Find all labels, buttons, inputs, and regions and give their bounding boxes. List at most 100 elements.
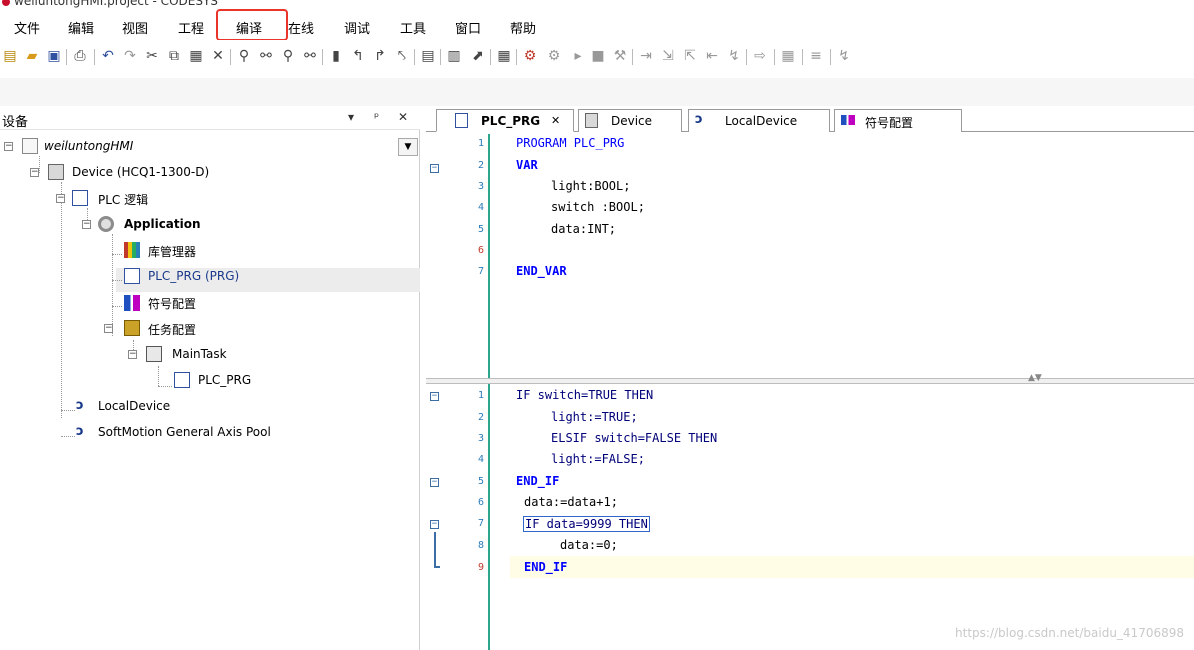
login-icon[interactable]: ⚙ (522, 48, 538, 64)
close-icon[interactable]: ✕ (398, 110, 408, 124)
tab-device[interactable]: Device (578, 109, 682, 132)
write-values-icon[interactable]: ⇨ (752, 48, 768, 64)
menu-window[interactable]: 窗口 (455, 18, 481, 37)
tree-node-symbol-config[interactable]: 符号配置 (0, 292, 300, 314)
cut-icon[interactable]: ✂ (144, 48, 160, 64)
toolbar-separator (230, 49, 231, 65)
build-menu-highlight (216, 9, 288, 41)
tree-dropdown-button[interactable]: ▼ (398, 138, 418, 156)
splitter-arrows-icon[interactable]: ▲▼ (1028, 373, 1042, 383)
menu-online[interactable]: 在线 (288, 18, 314, 37)
fold-icon[interactable]: − (430, 478, 439, 487)
reset-icon[interactable]: ⚒ (612, 48, 628, 64)
pin-icon[interactable]: ᵖ (374, 110, 379, 124)
export-icon[interactable]: ⬈ (470, 48, 486, 64)
clipboard-icon[interactable]: ▤ (420, 48, 436, 64)
find-in-project-icon[interactable]: ⚲ (280, 48, 296, 64)
force-values-icon[interactable]: ▦ (780, 48, 796, 64)
paste-icon[interactable]: ▦ (188, 48, 204, 64)
bookmark-clear-icon[interactable]: ⤣ (394, 48, 410, 64)
tree-label-task-config: 任务配置 (148, 323, 197, 337)
line-number: 5 (477, 224, 484, 235)
tab-local-device[interactable]: ↄ LocalDevice (688, 109, 830, 132)
tree-node-main-task[interactable]: − MainTask (0, 344, 300, 366)
tree-label-local-device: LocalDevice (98, 399, 171, 413)
code-line: data:=data+1; (524, 495, 618, 509)
collapse-icon[interactable]: − (128, 350, 137, 359)
devices-panel-title: 设备 (2, 115, 29, 130)
axis-pool-icon: ↄ (76, 424, 84, 439)
tab-plc-prg[interactable]: PLC_PRG ✕ (436, 109, 574, 132)
replace-in-project-icon[interactable]: ⚯ (302, 48, 318, 64)
device-icon[interactable]: ▦ (496, 48, 512, 64)
tree-node-root[interactable]: − weiluntongHMI (0, 136, 300, 158)
menu-view[interactable]: 视图 (122, 18, 148, 37)
window-title: weiluntongHMI.project - CODESYS (14, 0, 218, 8)
tree-node-task-config[interactable]: − 任务配置 (0, 318, 300, 340)
line-number: 3 (477, 433, 484, 444)
fold-icon[interactable]: − (430, 164, 439, 173)
fold-icon[interactable]: − (430, 520, 439, 529)
line-number: 6 (477, 497, 484, 508)
toolbar-separator (774, 49, 775, 65)
new-project-icon[interactable]: ▤ (2, 48, 18, 64)
code-line: data:INT; (551, 222, 617, 236)
gutter-line (488, 134, 490, 378)
start-icon[interactable]: ▸ (570, 48, 586, 64)
bookmark-next-icon[interactable]: ↱ (372, 48, 388, 64)
print-icon[interactable]: ⎙ (72, 48, 88, 64)
undo-icon[interactable]: ↶ (100, 48, 116, 64)
collapse-icon[interactable]: − (4, 142, 13, 151)
flow-control-icon[interactable]: ↯ (836, 48, 852, 64)
code-line: IF switch=TRUE THEN (516, 388, 654, 402)
code-line: ELSIF switch=FALSE THEN (551, 431, 718, 445)
menu-debug[interactable]: 调试 (344, 18, 370, 37)
logout-icon[interactable]: ⚙ (546, 48, 562, 64)
implementation-editor[interactable]: − − − 1 2 3 4 5 6 7 8 9 IF switch=TRUE T… (426, 384, 1194, 650)
bookmark-icon[interactable]: ▮ (328, 48, 344, 64)
bookmark-prev-icon[interactable]: ↰ (350, 48, 366, 64)
add-object-icon[interactable]: ▥ (446, 48, 462, 64)
tree-node-local-device[interactable]: ↄ LocalDevice (0, 396, 300, 418)
unforce-icon[interactable]: ≡ (808, 48, 824, 64)
declaration-editor[interactable]: − 1 2 3 4 5 6 7 PROGRAM PLC_PRG VAR ligh… (426, 134, 1194, 378)
plc-logic-icon (72, 190, 88, 206)
menu-tools[interactable]: 工具 (400, 18, 426, 37)
line-number: 4 (477, 454, 484, 465)
step-out-icon[interactable]: ⇤ (704, 48, 720, 64)
collapse-icon[interactable]: − (104, 324, 113, 333)
menu-file[interactable]: 文件 (14, 18, 40, 37)
fold-icon[interactable]: − (430, 392, 439, 401)
tree-node-plc-logic[interactable]: − PLC 逻辑 (0, 188, 300, 210)
menu-edit[interactable]: 编辑 (68, 18, 94, 37)
tree-node-softmotion[interactable]: ↄ SoftMotion General Axis Pool (0, 422, 320, 444)
find-icon[interactable]: ⚲ (236, 48, 252, 64)
collapse-icon[interactable]: − (30, 168, 39, 177)
tree-node-library-manager[interactable]: 库管理器 (0, 240, 300, 262)
breakpoint-icon[interactable]: ⇥ (638, 48, 654, 64)
tab-symbol-config[interactable]: 符号配置 (834, 109, 962, 132)
menu-project[interactable]: 工程 (178, 18, 204, 37)
tree-node-plc-prg[interactable]: PLC_PRG (PRG) (0, 266, 300, 288)
open-project-icon[interactable]: ▰ (24, 48, 40, 64)
editor-area: PLC_PRG ✕ Device ↄ LocalDevice 符号配置 − 1 … (426, 106, 1194, 650)
tree-node-device[interactable]: − Device (HCQ1-1300-D) (0, 162, 300, 184)
collapse-icon[interactable]: − (82, 220, 91, 229)
copy-icon[interactable]: ⧉ (166, 48, 182, 64)
pou-icon (455, 113, 468, 128)
redo-icon[interactable]: ↷ (122, 48, 138, 64)
step-over-icon[interactable]: ⇲ (660, 48, 676, 64)
delete-icon[interactable]: ✕ (210, 48, 226, 64)
stop-icon[interactable]: ■ (590, 48, 606, 64)
tree-node-application[interactable]: − Application (0, 214, 300, 236)
replace-icon[interactable]: ⚯ (258, 48, 274, 64)
tab-close-icon[interactable]: ✕ (551, 114, 560, 127)
menu-help[interactable]: 帮助 (510, 18, 536, 37)
device-icon (48, 164, 64, 180)
save-icon[interactable]: ▣ (46, 48, 62, 64)
run-to-cursor-icon[interactable]: ↯ (726, 48, 742, 64)
tree-node-main-task-plc-prg[interactable]: PLC_PRG (0, 370, 300, 392)
collapse-icon[interactable]: − (56, 194, 65, 203)
panel-menu-chevron-icon[interactable]: ▾ (348, 110, 354, 124)
step-into-icon[interactable]: ⇱ (682, 48, 698, 64)
